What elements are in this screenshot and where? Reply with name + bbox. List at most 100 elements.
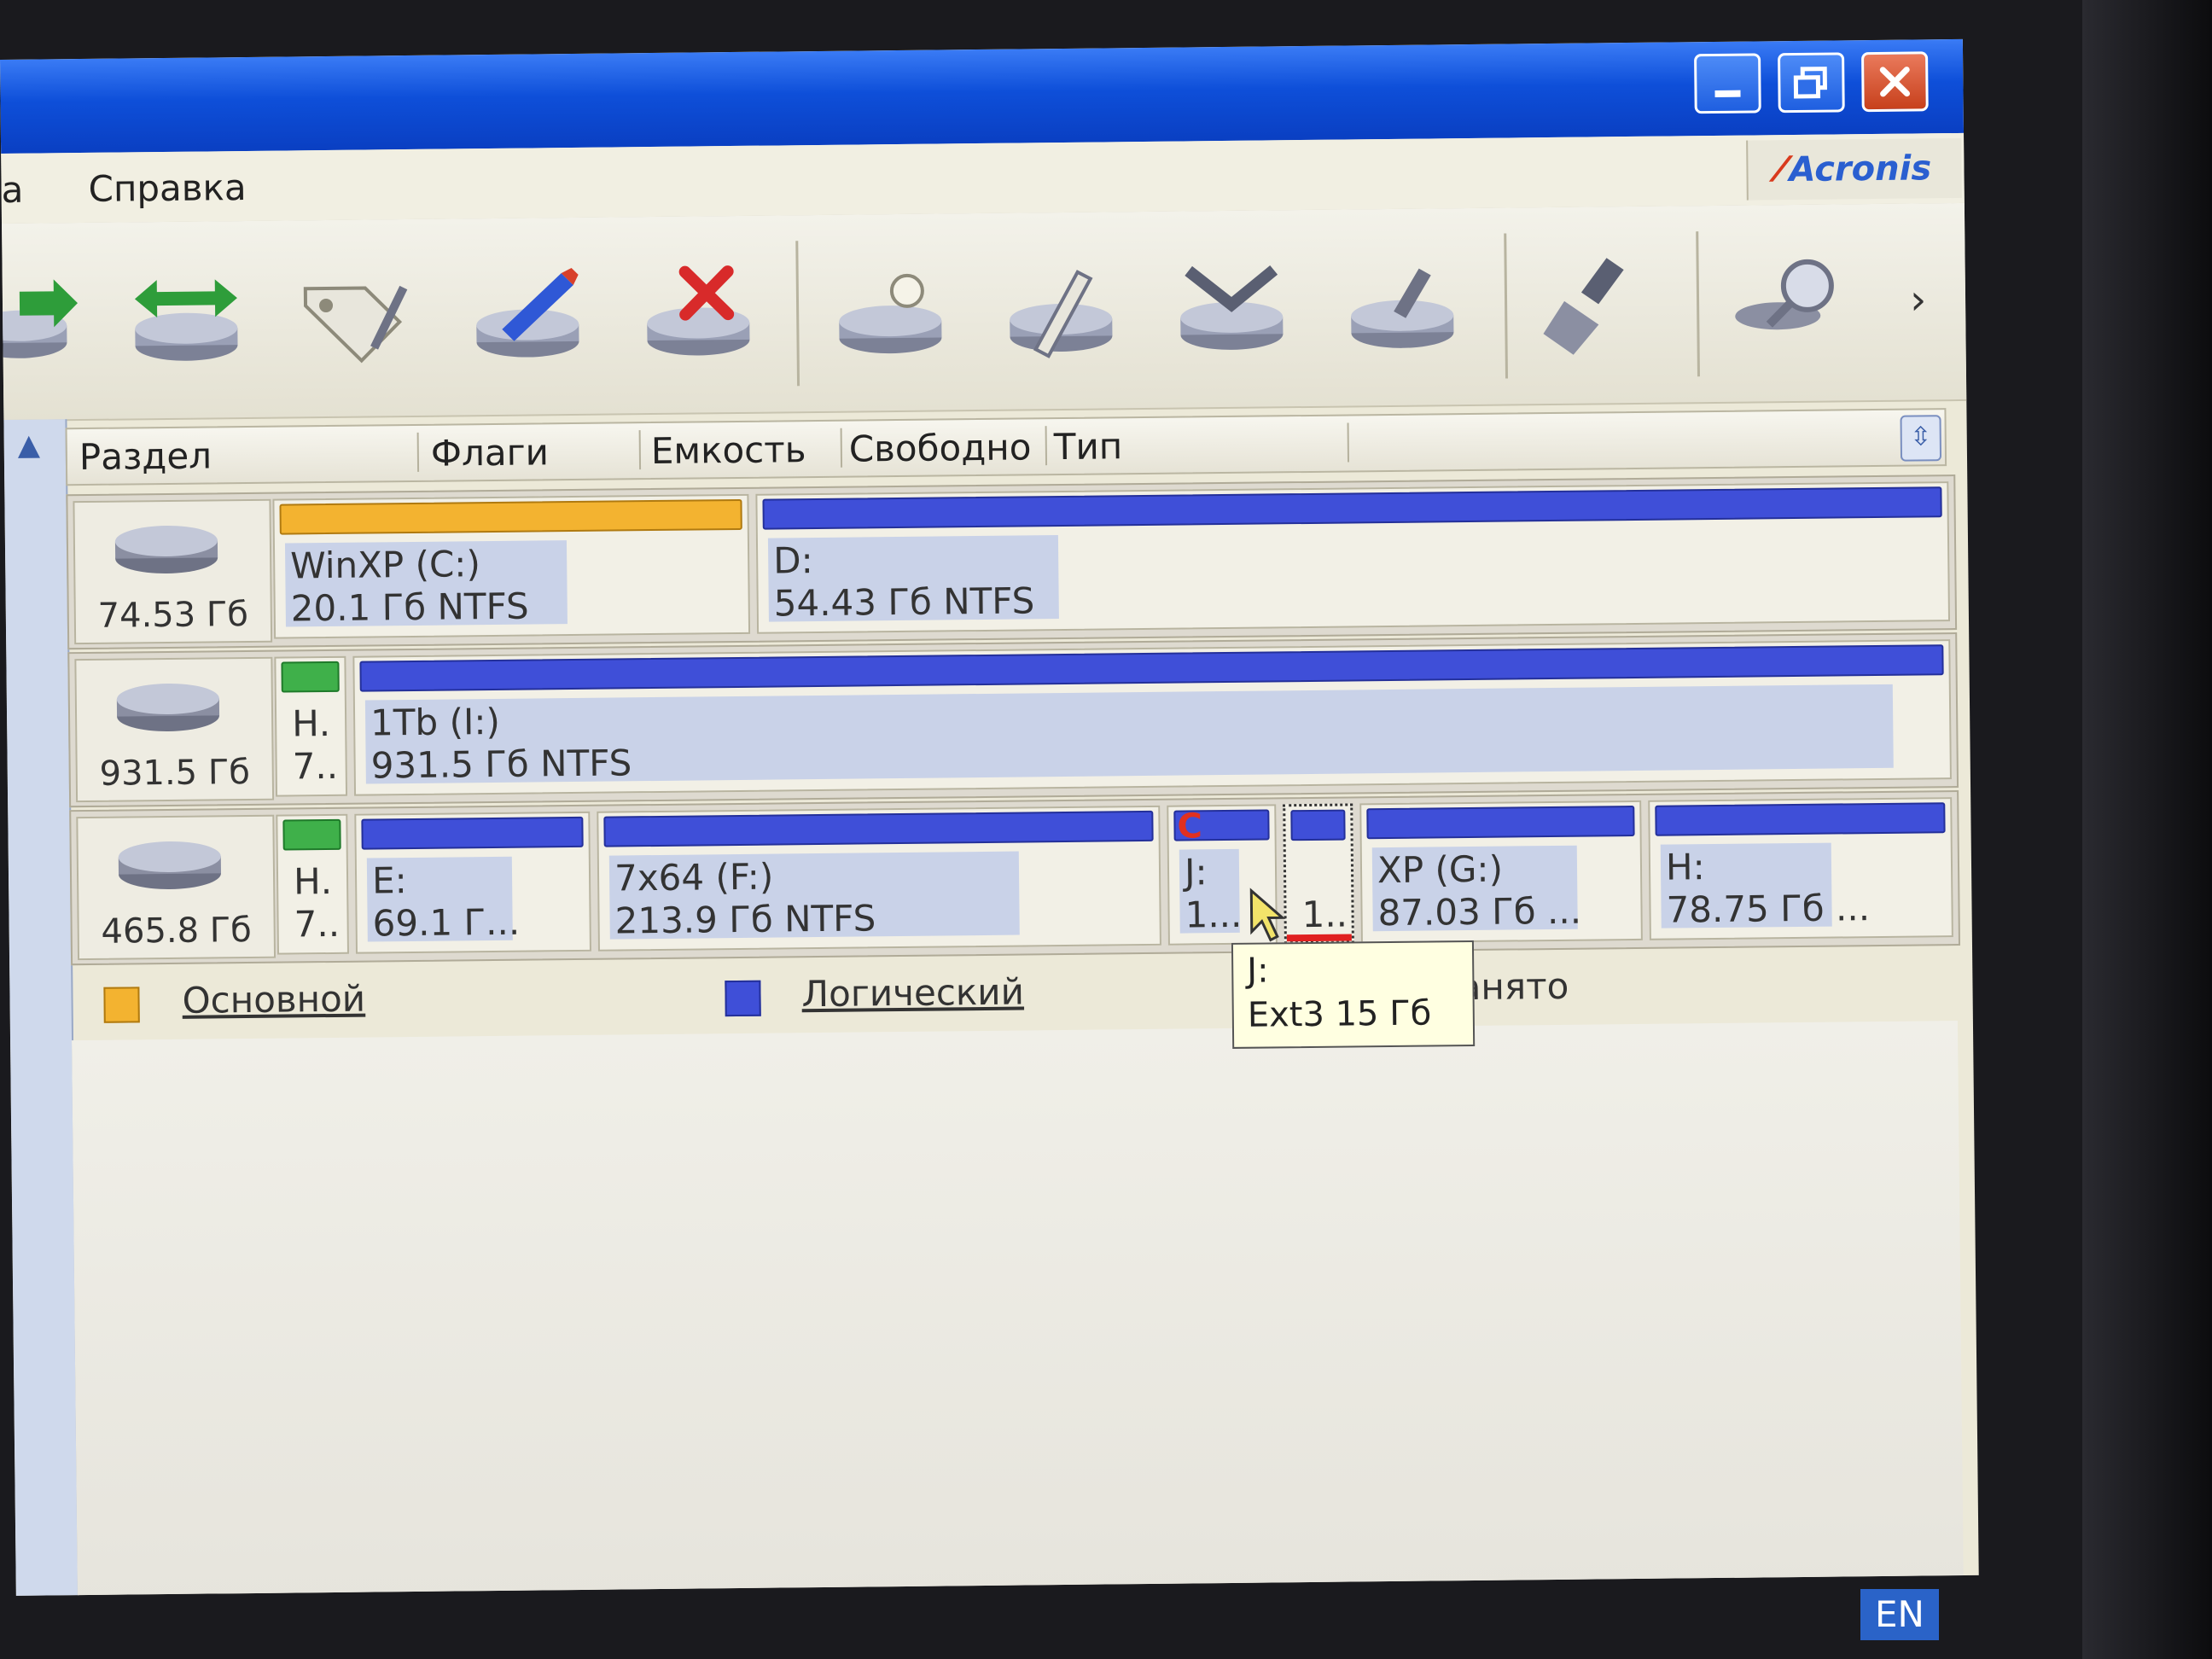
disk-info[interactable]: 931.5 Гб bbox=[74, 656, 275, 803]
column-divider[interactable] bbox=[1045, 426, 1048, 466]
close-button[interactable] bbox=[1861, 51, 1929, 113]
column-divider[interactable] bbox=[416, 432, 420, 472]
column-divider[interactable] bbox=[638, 430, 642, 470]
column-type[interactable]: Тип bbox=[1054, 425, 1123, 468]
acronis-swirl-icon: ⁄ bbox=[1778, 150, 1784, 190]
toolbar-more-chevron-icon[interactable]: › bbox=[1910, 276, 1927, 323]
disk-row[interactable]: 931.5 Гб Н. 7.. 1Tb (I:) 931.5 Гб NTFS bbox=[67, 632, 1959, 808]
partition-block-selected[interactable]: 1.. bbox=[1283, 803, 1354, 945]
sort-toggle-icon[interactable]: ⇳ bbox=[1900, 415, 1942, 462]
menu-item-partial[interactable]: а bbox=[1, 169, 23, 211]
operations-pane bbox=[72, 1021, 1965, 1596]
partition-block[interactable]: H: 78.75 Гб ... bbox=[1648, 797, 1953, 940]
partition-info: 54.43 Гб NTFS bbox=[773, 579, 1035, 625]
hard-disk-icon bbox=[116, 683, 220, 731]
partition-info: 1.. bbox=[1301, 893, 1348, 936]
minimize-button[interactable] bbox=[1694, 53, 1761, 114]
partition-info: 20.1 Гб NTFS bbox=[290, 585, 529, 630]
partition-type-bar bbox=[281, 661, 340, 693]
partition-info: 87.03 Гб ... bbox=[1377, 889, 1582, 934]
partition-type-bar bbox=[1655, 802, 1946, 836]
partition-label: Н. bbox=[291, 701, 331, 745]
partition-type-bar bbox=[282, 818, 341, 851]
scroll-up-icon[interactable]: ▲ bbox=[18, 428, 41, 463]
copy-partition-icon[interactable] bbox=[0, 265, 89, 377]
partition-label: 1Tb (I:) bbox=[370, 700, 501, 744]
disk-size: 465.8 Гб bbox=[101, 910, 253, 952]
create-partition-icon[interactable] bbox=[830, 256, 950, 368]
disk-info[interactable]: 74.53 Гб bbox=[73, 498, 273, 645]
legend-primary-label[interactable]: Основной bbox=[182, 978, 365, 1022]
partition-info: 7.. bbox=[292, 744, 339, 788]
toolbar: › bbox=[0, 202, 1967, 422]
disk-row[interactable]: 74.53 Гб WinXP (C:) 20.1 Гб NTFS D: 54.4… bbox=[66, 474, 1958, 650]
partition-info: 69.1 Г... bbox=[372, 900, 521, 945]
language-indicator[interactable]: EN bbox=[1860, 1589, 1939, 1640]
hard-disk-icon bbox=[114, 525, 218, 573]
toolbar-separator bbox=[795, 241, 800, 387]
partition-block[interactable]: D: 54.43 Гб NTFS bbox=[755, 481, 1951, 634]
partition-info: 7.. bbox=[294, 902, 341, 946]
clean-icon[interactable] bbox=[1538, 249, 1658, 361]
legend-logical-swatch bbox=[725, 980, 761, 1017]
move-partition-icon[interactable] bbox=[126, 264, 247, 375]
disk-size: 931.5 Гб bbox=[99, 752, 251, 794]
tooltip-detail: Ext3 15 Гб bbox=[1247, 993, 1432, 1035]
partition-type-bar bbox=[762, 486, 1942, 530]
merge-partition-icon[interactable] bbox=[1171, 253, 1291, 364]
legend-logical-label[interactable]: Логический bbox=[801, 970, 1024, 1015]
partition-block[interactable]: Н. 7.. bbox=[276, 813, 349, 955]
search-icon[interactable] bbox=[1730, 247, 1850, 358]
toolbar-separator bbox=[1504, 233, 1509, 379]
partition-info: 931.5 Гб NTFS bbox=[370, 742, 632, 787]
column-capacity[interactable]: Емкость bbox=[651, 428, 806, 472]
column-header: Раздел Флаги Емкость Свободно Тип ⇳ bbox=[65, 408, 1947, 486]
legend-primary-swatch bbox=[103, 987, 140, 1023]
column-flags[interactable]: Флаги bbox=[431, 431, 550, 474]
partition-type-bar bbox=[603, 810, 1154, 847]
disk-row[interactable]: 465.8 Гб Н. 7.. E: 69.1 Г... 7x64 (F:) 2… bbox=[69, 790, 1960, 966]
convert-partition-icon[interactable] bbox=[1342, 251, 1462, 363]
mouse-cursor-icon bbox=[1249, 888, 1286, 942]
disk-size: 74.53 Гб bbox=[97, 594, 249, 636]
partition-block[interactable]: 7x64 (F:) 213.9 Гб NTFS bbox=[597, 805, 1161, 952]
edit-partition-icon[interactable] bbox=[468, 260, 588, 372]
label-partition-icon[interactable] bbox=[297, 262, 417, 374]
partition-label: XP (G:) bbox=[1377, 847, 1504, 892]
partition-label: WinXP (C:) bbox=[289, 543, 481, 587]
partition-info: 213.9 Гб NTFS bbox=[614, 897, 876, 942]
acronis-window: а Справка ⁄ Acronis › ▲ Раздел Флаги Емк… bbox=[0, 38, 1979, 1596]
partition-label: D: bbox=[772, 539, 813, 582]
column-free[interactable]: Свободно bbox=[849, 426, 1032, 469]
partition-label: E: bbox=[371, 859, 408, 902]
maximize-button[interactable] bbox=[1778, 52, 1845, 114]
delete-partition-icon[interactable] bbox=[637, 259, 758, 370]
tooltip-title: J: bbox=[1247, 951, 1269, 991]
partition-info: 1... bbox=[1185, 893, 1243, 936]
menu-item-help[interactable]: Справка bbox=[88, 166, 247, 210]
toolbar-separator bbox=[1696, 231, 1700, 377]
partition-label: 7x64 (F:) bbox=[614, 855, 774, 899]
column-partition[interactable]: Раздел bbox=[79, 434, 212, 478]
partition-block[interactable]: Н. 7.. bbox=[274, 655, 348, 797]
partition-label: J: bbox=[1184, 851, 1208, 894]
partition-type-bar bbox=[1290, 809, 1346, 841]
partition-block[interactable]: WinXP (C:) 20.1 Гб NTFS bbox=[272, 493, 751, 639]
column-divider[interactable] bbox=[1347, 422, 1350, 463]
partition-tooltip: J: Ext3 15 Гб bbox=[1231, 940, 1476, 1049]
split-partition-icon[interactable] bbox=[1000, 254, 1121, 366]
disk-info[interactable]: 465.8 Гб bbox=[76, 814, 276, 961]
linux-filesystem-icon: C bbox=[1177, 806, 1203, 847]
partition-block[interactable]: 1Tb (I:) 931.5 Гб NTFS bbox=[352, 639, 1952, 796]
close-icon bbox=[1879, 67, 1911, 97]
partition-type-bar bbox=[279, 498, 742, 535]
column-divider[interactable] bbox=[840, 428, 843, 468]
partition-block[interactable]: XP (G:) 87.03 Гб ... bbox=[1359, 800, 1643, 944]
partition-type-bar bbox=[1366, 805, 1635, 840]
partition-label: Н. bbox=[293, 859, 333, 903]
partition-info: 78.75 Гб ... bbox=[1666, 887, 1871, 931]
acronis-logo: ⁄ Acronis bbox=[1746, 137, 1962, 201]
restore-icon bbox=[1793, 67, 1827, 99]
monitor-bezel bbox=[2082, 0, 2212, 1659]
partition-block[interactable]: E: 69.1 Г... bbox=[354, 811, 591, 954]
